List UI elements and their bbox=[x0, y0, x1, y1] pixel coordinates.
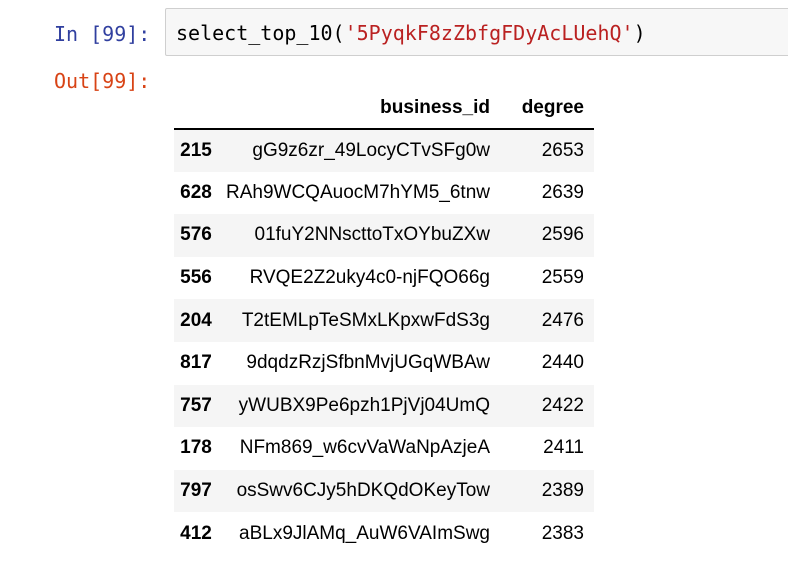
business-id-cell: gG9z6zr_49LocyCTvSFg0w bbox=[252, 139, 490, 161]
table-row: 757 yWUBX9Pe6pzh1PjVj04UmQ 2422 bbox=[174, 384, 594, 428]
table-header: business_id degree bbox=[174, 88, 594, 130]
business-id-cell: NFm869_w6cvVaWaNpAzjeA bbox=[239, 437, 490, 459]
table-row: 204 T2tEMLpTeSMxLKpxwFdS3g 2476 bbox=[174, 299, 594, 342]
table-row: 412 aBLx9JlAMq_AuW6VAImSwg 2383 bbox=[174, 512, 594, 555]
table-row: 628 RAh9WCQAuocM7hYM5_6tnw 2639 bbox=[174, 172, 594, 215]
row-index: 412 bbox=[180, 522, 212, 544]
business-id-cell: RVQE2Z2uky4c0-njFQO66g bbox=[249, 267, 490, 289]
row-index: 817 bbox=[180, 352, 212, 374]
degree-cell: 2639 bbox=[541, 181, 584, 203]
degree-header: degree bbox=[498, 88, 594, 130]
output-prompt: Out[99]: bbox=[54, 69, 151, 93]
business-id-cell: yWUBX9Pe6pzh1PjVj04UmQ bbox=[238, 394, 490, 416]
dataframe-table: business_id degree 215 gG9z6zr_49LocyCTvS… bbox=[174, 88, 594, 555]
degree-cell: 2411 bbox=[543, 437, 584, 459]
table-row: 556 RVQE2Z2uky4c0-njFQO66g 2559 bbox=[174, 257, 594, 300]
table-row: 215 gG9z6zr_49LocyCTvSFg0w 2653 bbox=[174, 129, 594, 172]
business-id-cell: aBLx9JlAMq_AuW6VAImSwg bbox=[239, 522, 490, 544]
row-index: 556 bbox=[180, 267, 212, 289]
input-prompt: In [99]: bbox=[54, 22, 151, 46]
degree-cell: 2383 bbox=[541, 522, 584, 544]
degree-cell: 2476 bbox=[541, 309, 584, 331]
row-index: 757 bbox=[180, 394, 212, 416]
business-id-cell: RAh9WCQAuocM7hYM5_6tnw bbox=[226, 181, 490, 203]
table-row: 576 01fuY2NNscttoTxOYbuZXw 2596 bbox=[174, 214, 594, 257]
row-index: 178 bbox=[180, 437, 212, 459]
row-index: 215 bbox=[180, 139, 212, 161]
row-index: 576 bbox=[180, 224, 212, 246]
business-id-header: business_id bbox=[218, 88, 498, 130]
row-index: 797 bbox=[180, 480, 212, 502]
table-row: 178 NFm869_w6cvVaWaNpAzjeA 2411 bbox=[174, 427, 594, 470]
code-line: select_top_10('5PyqkF8zZbfgFDyAcLUehQ') bbox=[176, 20, 646, 46]
degree-cell: 2653 bbox=[541, 139, 584, 161]
close-paren: ) bbox=[633, 21, 646, 45]
table-row: 817 9dqdzRzjSfbnMvjUGqWBAw 2440 bbox=[174, 342, 594, 385]
business-id-cell: 01fuY2NNscttoTxOYbuZXw bbox=[254, 224, 490, 246]
degree-cell: 2440 bbox=[541, 352, 584, 374]
code-input-area[interactable]: select_top_10('5PyqkF8zZbfgFDyAcLUehQ') bbox=[165, 8, 788, 56]
notebook-cell: In [99]: select_top_10('5PyqkF8zZbfgFDyA… bbox=[0, 0, 788, 566]
function-name: select_top_10 bbox=[176, 21, 333, 45]
degree-cell: 2596 bbox=[541, 224, 584, 246]
business-id-cell: osSwv6CJy5hDKQdOKeyTow bbox=[236, 480, 490, 502]
header-row: business_id degree bbox=[174, 88, 594, 130]
open-paren: ( bbox=[332, 21, 345, 45]
row-index: 204 bbox=[180, 309, 212, 331]
degree-cell: 2559 bbox=[541, 267, 584, 289]
business-id-cell: 9dqdzRzjSfbnMvjUGqWBAw bbox=[246, 352, 490, 374]
string-argument: '5PyqkF8zZbfgFDyAcLUehQ' bbox=[344, 21, 634, 45]
degree-cell: 2422 bbox=[541, 394, 584, 416]
output-area: business_id degree 215 gG9z6zr_49LocyCTvS… bbox=[174, 88, 594, 555]
table-row: 797 osSwv6CJy5hDKQdOKeyTow 2389 bbox=[174, 469, 594, 513]
table-body: 215 gG9z6zr_49LocyCTvSFg0w 2653 628 RAh9WCQA… bbox=[174, 129, 594, 555]
row-index: 628 bbox=[180, 181, 212, 203]
index-header bbox=[174, 88, 218, 130]
degree-cell: 2389 bbox=[541, 480, 584, 502]
business-id-cell: T2tEMLpTeSMxLKpxwFdS3g bbox=[241, 309, 490, 331]
